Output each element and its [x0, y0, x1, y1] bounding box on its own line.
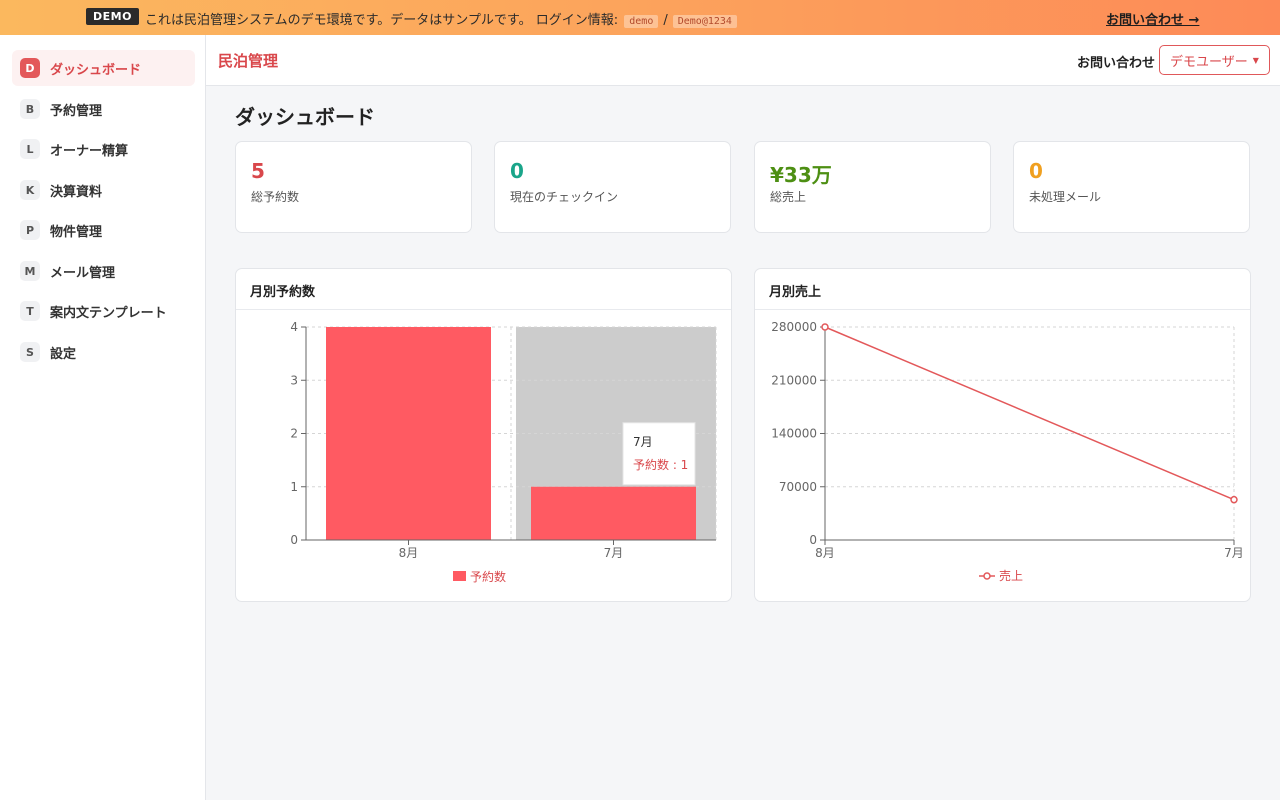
page-title: ダッシュボード — [235, 105, 375, 129]
user-menu-label: デモユーザー — [1170, 54, 1248, 70]
tooltip-value: 予約数 : 1 — [633, 457, 688, 472]
demo-message-text: これは民泊管理システムのデモ環境です。データはサンプルです。 ログイン情報: — [145, 13, 623, 28]
stat-value: 5 — [251, 159, 265, 183]
bar — [531, 486, 696, 540]
bar — [326, 327, 491, 540]
sidebar: D ダッシュボード B 予約管理 L オーナー精算 K 決算資料 P 物件管理 … — [0, 35, 206, 800]
stat-value: ¥33万 — [770, 163, 832, 187]
sidebar-item-key: P — [20, 220, 40, 240]
x-tick-label: 8月 — [399, 546, 419, 560]
x-tick-label: 7月 — [1224, 546, 1244, 560]
stat-caption: 総予約数 — [251, 190, 300, 204]
sidebar-item-properties[interactable]: P 物件管理 — [12, 212, 195, 248]
sidebar-item-label: 予約管理 — [50, 103, 103, 119]
tooltip-box — [622, 422, 696, 486]
chart-title: 月別売上 — [755, 269, 1250, 310]
sidebar-item-label: 物件管理 — [50, 224, 103, 240]
legend-label: 予約数 — [470, 569, 506, 584]
sidebar-item-mail[interactable]: M メール管理 — [12, 253, 195, 289]
sidebar-item-key: D — [20, 58, 40, 78]
chart-card-monthly-sales: 月別売上 0 70000 140000 210000 280000 8月 7月売上 — [754, 268, 1251, 602]
caret-down-icon: ▼ — [1252, 55, 1259, 65]
bar-chart[interactable]: 012348月 7月7月予約数 : 1予約数 — [236, 310, 731, 601]
y-tick-label: 1 — [290, 480, 298, 494]
sidebar-item-templates[interactable]: T 案内文テンプレート — [12, 293, 195, 329]
stat-card-total-bookings: 5 総予約数 — [235, 141, 472, 233]
demo-badge: DEMO — [86, 8, 139, 25]
sidebar-item-reservations[interactable]: B 予約管理 — [12, 91, 195, 127]
header-contact-link[interactable]: お問い合わせ — [1077, 52, 1155, 71]
legend-swatch — [453, 571, 466, 581]
y-tick-label: 70000 — [779, 480, 817, 494]
login-user-code: demo — [624, 15, 659, 28]
series-line — [824, 326, 1235, 501]
user-menu-button[interactable]: デモユーザー ▼ — [1159, 45, 1270, 75]
sidebar-item-settings[interactable]: S 設定 — [12, 334, 195, 370]
stat-card-unprocessed-mail: 0 未処理メール — [1013, 141, 1250, 233]
sidebar-item-key: M — [20, 261, 40, 281]
y-tick-label: 210000 — [771, 373, 817, 387]
stat-card-total-sales: ¥33万 総売上 — [754, 141, 991, 233]
demo-banner: DEMO これは民泊管理システムのデモ環境です。データはサンプルです。 ログイン… — [0, 0, 1280, 35]
data-point — [1230, 495, 1238, 504]
brand-title[interactable]: 民泊管理 — [218, 50, 278, 71]
y-tick-label: 280000 — [771, 320, 817, 334]
y-tick-label: 0 — [809, 533, 817, 547]
stat-caption: 総売上 — [770, 190, 807, 204]
x-tick-label: 7月 — [604, 546, 624, 560]
sidebar-item-label: メール管理 — [50, 265, 116, 281]
sidebar-item-label: 案内文テンプレート — [50, 305, 167, 321]
sidebar-item-key: S — [20, 342, 40, 362]
sidebar-item-label: オーナー精算 — [50, 143, 129, 159]
legend-marker — [983, 572, 991, 580]
sidebar-item-key: K — [20, 180, 40, 200]
sidebar-item-owner-settlement[interactable]: L オーナー精算 — [12, 131, 195, 167]
sidebar-item-label: ダッシュボード — [50, 62, 142, 78]
stat-caption: 未処理メール — [1029, 190, 1102, 204]
data-point — [821, 323, 829, 331]
x-tick-label: 8月 — [815, 546, 835, 560]
stat-caption: 現在のチェックイン — [510, 190, 619, 204]
sidebar-item-label: 決算資料 — [50, 184, 103, 200]
tooltip-title: 7月 — [633, 435, 653, 449]
login-pass-code: Demo@1234 — [672, 15, 737, 28]
demo-message: これは民泊管理システムのデモ環境です。データはサンプルです。 ログイン情報: d… — [145, 9, 739, 28]
login-separator: / — [663, 13, 668, 28]
banner-contact-link[interactable]: お問い合わせ → — [1106, 9, 1199, 28]
stat-value: 0 — [510, 159, 524, 183]
sidebar-item-financial-docs[interactable]: K 決算資料 — [12, 172, 195, 208]
y-tick-label: 140000 — [771, 427, 817, 441]
top-header: 民泊管理 お問い合わせ デモユーザー ▼ — [206, 35, 1280, 86]
y-tick-label: 3 — [290, 373, 298, 387]
sidebar-item-key: B — [20, 99, 40, 119]
sidebar-item-dashboard[interactable]: D ダッシュボード — [12, 50, 195, 86]
sidebar-item-label: 設定 — [50, 346, 77, 362]
sidebar-item-key: T — [20, 301, 40, 321]
legend-label: 売上 — [999, 568, 1023, 583]
line-chart[interactable]: 0 70000 140000 210000 280000 8月 7月売上 — [755, 310, 1250, 601]
stat-card-current-checkins: 0 現在のチェックイン — [494, 141, 731, 233]
y-tick-label: 4 — [290, 320, 298, 334]
stat-value: 0 — [1029, 159, 1043, 183]
y-tick-label: 0 — [290, 533, 298, 547]
y-tick-label: 2 — [290, 427, 298, 441]
chart-title: 月別予約数 — [236, 269, 731, 310]
chart-card-monthly-bookings: 月別予約数 0 1 2 3 4 8月 7月 7月 予約数 : 1 予約数 — [235, 268, 732, 602]
sidebar-item-key: L — [20, 139, 40, 159]
